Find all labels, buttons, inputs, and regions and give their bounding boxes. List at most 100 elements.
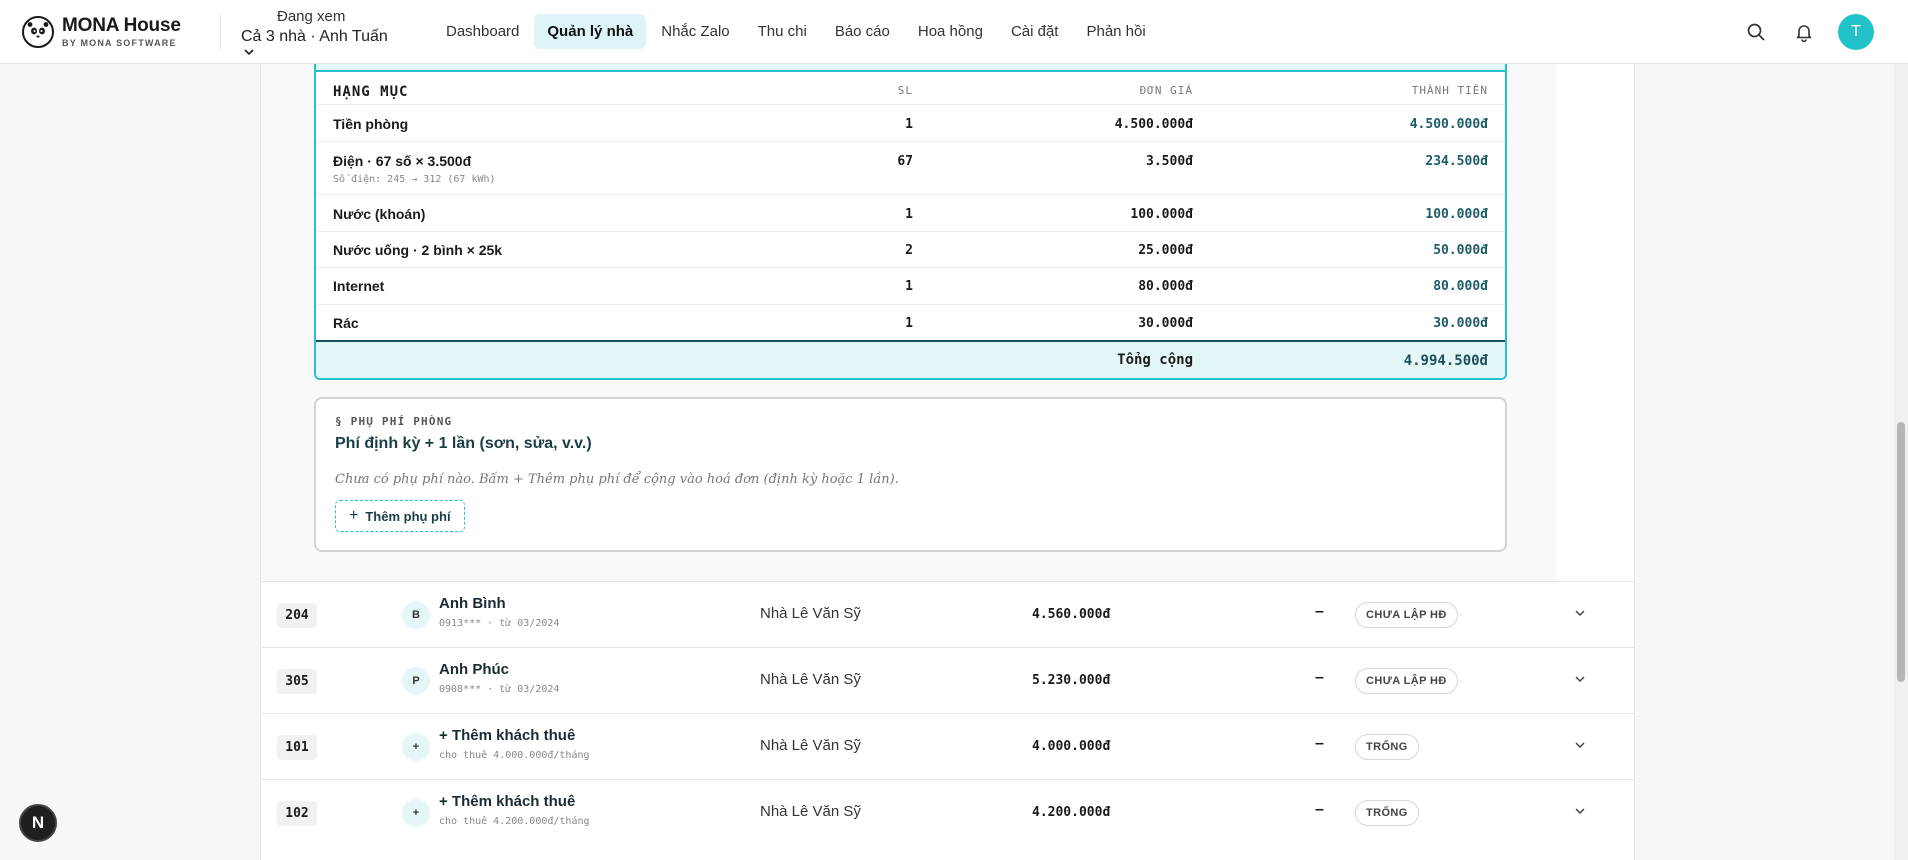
- table-row[interactable]: 101 + + Thêm khách thuê cho thuê 4.000.0…: [261, 713, 1634, 779]
- room-rent: 4.560.000đ: [1032, 607, 1111, 622]
- invoice-total-label: Tổng cộng: [1117, 352, 1193, 368]
- room-balance: –: [1315, 735, 1324, 752]
- top-navbar: MONA House BY MONA SOFTWARE Đang xem Cả …: [0, 0, 1908, 64]
- invoice-item-qty: 1: [905, 279, 913, 294]
- house-name: Nhà Lê Văn Sỹ: [760, 605, 861, 622]
- nav-thu-chi[interactable]: Thu chi: [745, 14, 820, 49]
- invoice-item-price: 25.000đ: [1138, 243, 1193, 258]
- nav-nhac-zalo[interactable]: Nhắc Zalo: [648, 14, 742, 49]
- header-divider: [220, 14, 221, 49]
- header-item: HẠNG MỤC: [333, 84, 409, 100]
- scope-selector[interactable]: Đang xem Cả 3 nhà · Anh Tuấn: [241, 8, 419, 56]
- table-row[interactable]: 305 P Anh Phúc 0908*** · từ 03/2024 Nhà …: [261, 647, 1634, 713]
- header-price: ĐƠN GIÁ: [1139, 84, 1193, 97]
- chevron-down-icon[interactable]: [1573, 804, 1587, 818]
- nav-dashboard[interactable]: Dashboard: [433, 14, 532, 49]
- chevron-down-icon[interactable]: [1573, 606, 1587, 620]
- invoice-row: Tiền phòng 1 4.500.000đ 4.500.000đ: [316, 105, 1505, 142]
- header-qty: SL: [897, 84, 913, 97]
- add-surcharge-label: Thêm phụ phí: [365, 508, 451, 524]
- invoice-item-name: Điện · 67 số × 3.500đ Số điện: 245 → 312…: [333, 153, 496, 185]
- tenant-meta: 0908*** · từ 03/2024: [439, 684, 560, 695]
- add-tenant-icon: +: [402, 799, 430, 827]
- invoice-item-qty: 1: [905, 117, 913, 132]
- chevron-down-icon: [244, 48, 254, 55]
- add-surcharge-button[interactable]: + Thêm phụ phí: [335, 500, 465, 532]
- rooms-panel: HẠNG MỤC SL ĐƠN GIÁ THÀNH TIỀN Tiền phòn…: [260, 64, 1635, 860]
- status-badge: TRỐNG: [1355, 734, 1419, 760]
- surcharge-empty-text: Chưa có phụ phí nào. Bấm + Thêm phụ phí …: [335, 472, 899, 487]
- invoice-item-price: 4.500.000đ: [1114, 117, 1193, 132]
- room-number: 102: [277, 801, 317, 826]
- tenant-name: Anh Phúc: [439, 661, 509, 678]
- brand-name: MONA House: [62, 15, 181, 36]
- invoice-item-price: 30.000đ: [1138, 316, 1193, 331]
- invoice-item-price: 3.500đ: [1146, 154, 1193, 169]
- invoice-item-qty: 67: [897, 154, 913, 169]
- room-rent: 5.230.000đ: [1032, 673, 1111, 688]
- invoice-table-top: [316, 64, 1505, 72]
- scope-value: Cả 3 nhà · Anh Tuấn: [241, 27, 388, 45]
- invoice-item-qty: 1: [905, 316, 913, 331]
- add-tenant-link[interactable]: + Thêm khách thuê: [439, 727, 575, 744]
- invoice-row: Internet 1 80.000đ 80.000đ: [316, 268, 1505, 305]
- nav-phan-hoi[interactable]: Phản hồi: [1073, 14, 1158, 49]
- user-avatar[interactable]: T: [1838, 13, 1874, 50]
- invoice-total-value: 4.994.500đ: [1403, 353, 1488, 369]
- main-nav: Dashboard Quản lý nhà Nhắc Zalo Thu chi …: [433, 14, 1161, 49]
- panda-logo-icon: [22, 15, 54, 48]
- table-row[interactable]: 204 B Anh Bình 0913*** · từ 03/2024 Nhà …: [261, 581, 1634, 647]
- invoice-row: Điện · 67 số × 3.500đ Số điện: 245 → 312…: [316, 142, 1505, 195]
- surcharge-kicker: § PHỤ PHÍ PHÒNG: [335, 415, 453, 428]
- invoice-row: Nước uống · 2 bình × 25k 2 25.000đ 50.00…: [316, 232, 1505, 268]
- room-balance: –: [1315, 669, 1324, 686]
- invoice-item-name: Nước (khoán): [333, 206, 426, 222]
- house-name: Nhà Lê Văn Sỹ: [760, 737, 861, 754]
- brand[interactable]: MONA House BY MONA SOFTWARE: [22, 15, 208, 48]
- house-name: Nhà Lê Văn Sỹ: [760, 803, 861, 820]
- tenant-name: Anh Bình: [439, 595, 506, 612]
- invoice-item-total: 50.000đ: [1433, 243, 1488, 258]
- invoice-item-total: 234.500đ: [1425, 154, 1488, 169]
- room-balance: –: [1315, 801, 1324, 818]
- tenant-meta: cho thuê 4.000.000đ/tháng: [439, 750, 590, 761]
- scope-label: Đang xem: [277, 7, 346, 25]
- page-scrollbar[interactable]: [1894, 64, 1908, 860]
- invoice-item-name: Rác: [333, 315, 359, 331]
- chevron-down-icon[interactable]: [1573, 738, 1587, 752]
- nav-quan-ly-nha[interactable]: Quản lý nhà: [534, 14, 647, 49]
- plus-icon: +: [349, 507, 359, 524]
- chevron-down-icon[interactable]: [1573, 672, 1587, 686]
- status-badge: TRỐNG: [1355, 800, 1419, 826]
- invoice-header-row: HẠNG MỤC SL ĐƠN GIÁ THÀNH TIỀN: [316, 74, 1505, 105]
- room-rent: 4.200.000đ: [1032, 805, 1111, 820]
- search-icon[interactable]: [1744, 20, 1768, 44]
- tenant-avatar: P: [402, 667, 430, 695]
- status-badge: CHƯA LẬP HĐ: [1355, 602, 1458, 628]
- scrollbar-thumb[interactable]: [1897, 422, 1905, 682]
- room-balance: –: [1315, 603, 1324, 620]
- status-badge: CHƯA LẬP HĐ: [1355, 668, 1458, 694]
- invoice-item-total: 80.000đ: [1433, 279, 1488, 294]
- room-rent: 4.000.000đ: [1032, 739, 1111, 754]
- bell-icon[interactable]: [1792, 20, 1816, 44]
- surcharge-card: § PHỤ PHÍ PHÒNG Phí định kỳ + 1 lần (sơn…: [314, 397, 1507, 552]
- invoice-item-name: Internet: [333, 278, 385, 294]
- invoice-item-price: 100.000đ: [1130, 207, 1193, 222]
- table-row[interactable]: 102 + + Thêm khách thuê cho thuê 4.200.0…: [261, 779, 1634, 845]
- invoice-total-row: Tổng cộng 4.994.500đ: [316, 340, 1505, 378]
- header-total: THÀNH TIỀN: [1411, 84, 1488, 97]
- invoice-item-label: Điện · 67 số × 3.500đ: [333, 153, 472, 169]
- invoice-item-total: 100.000đ: [1425, 207, 1488, 222]
- room-number: 204: [277, 603, 317, 628]
- next-dev-button[interactable]: N: [19, 804, 57, 842]
- brand-subtitle: BY MONA SOFTWARE: [62, 38, 177, 48]
- nav-cai-dat[interactable]: Cài đặt: [998, 14, 1072, 49]
- nav-hoa-hong[interactable]: Hoa hồng: [905, 14, 996, 49]
- surcharge-title: Phí định kỳ + 1 lần (sơn, sửa, v.v.): [335, 435, 592, 452]
- invoice-item-name: Tiền phòng: [333, 116, 409, 132]
- invoice-item-total: 30.000đ: [1433, 316, 1488, 331]
- add-tenant-link[interactable]: + Thêm khách thuê: [439, 793, 575, 810]
- nav-bao-cao[interactable]: Báo cáo: [822, 14, 903, 49]
- invoice-item-note: Số điện: 245 → 312 (67 kWh): [333, 174, 496, 185]
